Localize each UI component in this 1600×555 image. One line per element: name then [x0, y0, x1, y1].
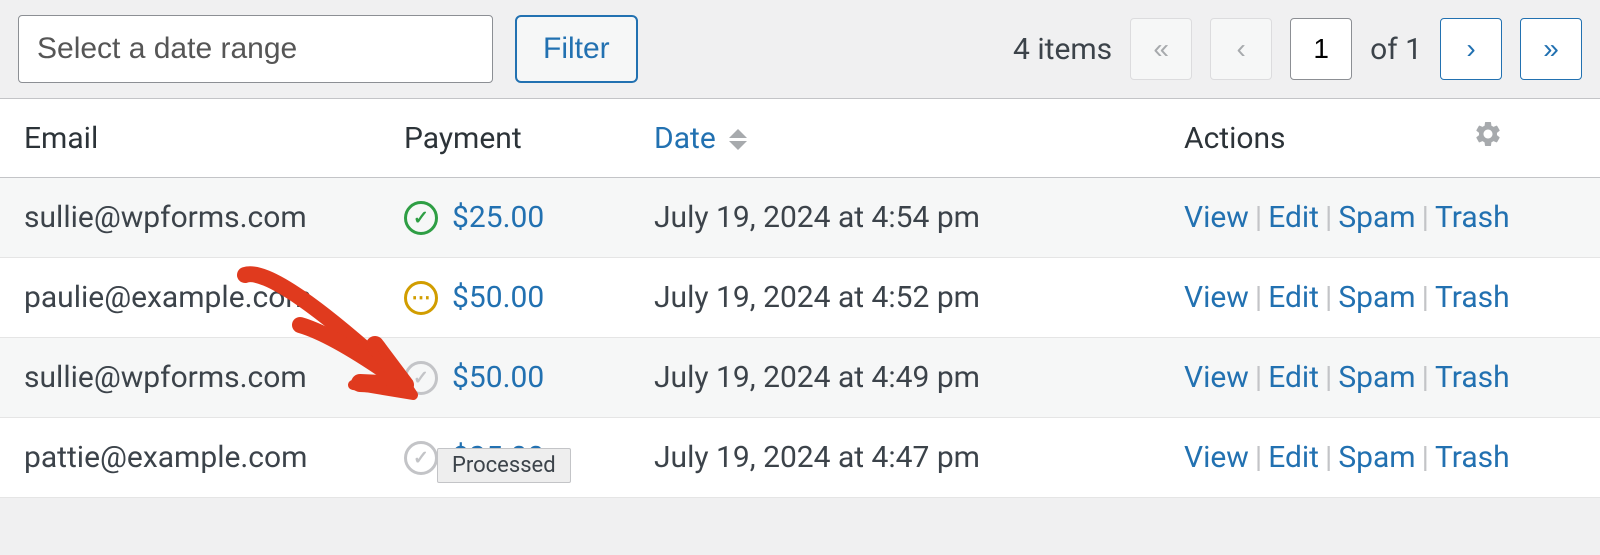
view-link[interactable]: View	[1184, 360, 1249, 395]
first-page-button[interactable]: «	[1130, 18, 1192, 80]
cell-date: July 19, 2024 at 4:52 pm	[630, 258, 1160, 338]
entries-table: Email Payment Date Actions sullie@wpform…	[0, 98, 1600, 498]
toolbar: Filter 4 items « ‹ of 1 › »	[0, 0, 1600, 98]
cell-date: July 19, 2024 at 4:47 pm	[630, 418, 1160, 498]
edit-link[interactable]: Edit	[1268, 440, 1319, 475]
processed-circle-icon: ✓	[404, 441, 438, 475]
column-settings[interactable]	[1449, 99, 1600, 178]
items-count: 4 items	[1013, 32, 1112, 67]
cell-payment: ⋯ $50.00	[380, 258, 630, 338]
trash-link[interactable]: Trash	[1435, 280, 1510, 315]
next-page-button[interactable]: ›	[1440, 18, 1502, 80]
payment-amount[interactable]: $25.00	[452, 200, 544, 235]
cell-email: pattie@example.com	[0, 418, 380, 498]
view-link[interactable]: View	[1184, 440, 1249, 475]
cell-actions: View|Edit|Spam|Trash	[1160, 338, 1600, 418]
table-row: sullie@wpforms.com ✓ $50.00 July 19, 2024 a…	[0, 338, 1600, 418]
gear-icon	[1473, 122, 1503, 157]
pagination: 4 items « ‹ of 1 › »	[1013, 18, 1582, 80]
cell-payment: ✓ $50.00	[380, 338, 630, 418]
table-row: paulie@example.com ⋯ $50.00 July 19, 2024 a…	[0, 258, 1600, 338]
cell-date: July 19, 2024 at 4:49 pm	[630, 338, 1160, 418]
sort-icon	[729, 129, 747, 150]
filter-button[interactable]: Filter	[515, 15, 638, 83]
cell-email: paulie@example.com	[0, 258, 380, 338]
last-page-button[interactable]: »	[1520, 18, 1582, 80]
trash-link[interactable]: Trash	[1435, 440, 1510, 475]
current-page-input[interactable]	[1290, 18, 1352, 80]
date-range-input[interactable]	[18, 15, 493, 83]
view-link[interactable]: View	[1184, 280, 1249, 315]
processed-circle-icon: ✓	[404, 361, 438, 395]
column-header-date[interactable]: Date	[630, 99, 1160, 178]
pending-circle-icon: ⋯	[404, 281, 438, 315]
column-header-email[interactable]: Email	[0, 99, 380, 178]
trash-link[interactable]: Trash	[1435, 360, 1510, 395]
column-header-actions: Actions	[1160, 99, 1449, 178]
cell-email: sullie@wpforms.com	[0, 338, 380, 418]
cell-actions: View|Edit|Spam|Trash	[1160, 418, 1600, 498]
prev-page-button[interactable]: ‹	[1210, 18, 1272, 80]
table-row: pattie@example.com✓$25.00July 19, 2024 a…	[0, 418, 1600, 498]
trash-link[interactable]: Trash	[1435, 200, 1510, 235]
table-row: sullie@wpforms.com ✓ $25.00 July 19, 2024 a…	[0, 178, 1600, 258]
edit-link[interactable]: Edit	[1268, 200, 1319, 235]
cell-payment: ✓ $25.00	[380, 178, 630, 258]
spam-link[interactable]: Spam	[1338, 360, 1415, 395]
check-circle-icon: ✓	[404, 201, 438, 235]
cell-date: July 19, 2024 at 4:54 pm	[630, 178, 1160, 258]
spam-link[interactable]: Spam	[1338, 280, 1415, 315]
cell-actions: View|Edit|Spam|Trash	[1160, 258, 1600, 338]
payment-amount[interactable]: $50.00	[452, 280, 544, 315]
view-link[interactable]: View	[1184, 200, 1249, 235]
edit-link[interactable]: Edit	[1268, 360, 1319, 395]
edit-link[interactable]: Edit	[1268, 280, 1319, 315]
spam-link[interactable]: Spam	[1338, 440, 1415, 475]
cell-actions: View|Edit|Spam|Trash	[1160, 178, 1600, 258]
column-header-payment[interactable]: Payment	[380, 99, 630, 178]
payment-amount[interactable]: $50.00	[452, 360, 544, 395]
cell-email: sullie@wpforms.com	[0, 178, 380, 258]
total-pages-text: of 1	[1370, 32, 1422, 67]
spam-link[interactable]: Spam	[1338, 200, 1415, 235]
status-tooltip: Processed	[437, 448, 571, 483]
